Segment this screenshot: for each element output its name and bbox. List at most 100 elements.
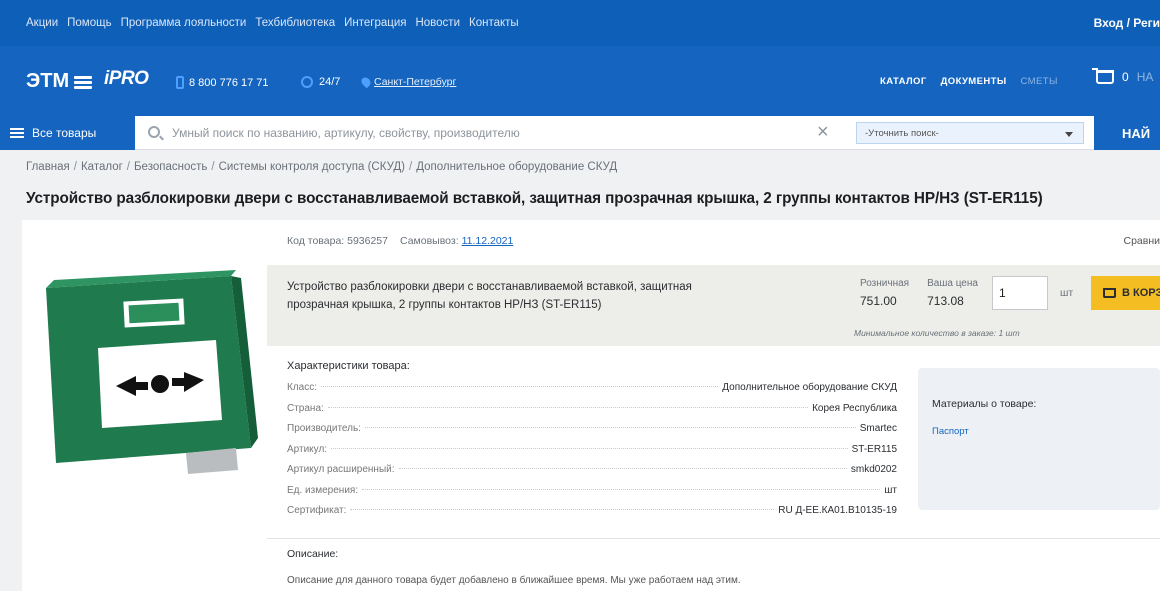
header: ЭТМ iPRO 8 800 776 17 71 24/7 Санкт-Пете…	[0, 46, 1160, 116]
breadcrumb-home[interactable]: Главная	[26, 161, 70, 173]
pickup: Самовывоз: 11.12.2021	[400, 235, 513, 247]
retail-price: 751.00	[860, 294, 897, 308]
leader-dots	[398, 468, 847, 469]
product-code: Код товара: 5936257	[287, 235, 388, 247]
header-nav-catalog[interactable]: КАТАЛОГ	[880, 76, 927, 87]
breadcrumb-extra-equipment[interactable]: Дополнительное оборудование СКУД	[416, 161, 617, 173]
search-input[interactable]	[172, 123, 812, 143]
phone[interactable]: 8 800 776 17 71	[176, 76, 269, 89]
header-nav-estimates[interactable]: СМЕТЫ	[1021, 76, 1058, 87]
description-text: Описание для данного товара будет добавл…	[287, 575, 741, 586]
logo-mark-icon	[74, 75, 93, 89]
all-goods-button[interactable]: Все товары	[0, 116, 135, 150]
leader-dots	[331, 447, 848, 449]
top-bar: Акции Помощь Программа лояльности Техбиб…	[0, 0, 1160, 46]
top-nav-techlib[interactable]: Техбиблиотека	[255, 17, 335, 29]
buy-bar: Устройство разблокировки двери с восстан…	[267, 265, 1160, 346]
characteristic-key: Производитель:	[287, 423, 361, 434]
characteristic-row: Ед. измерения: шт	[287, 485, 897, 506]
divider	[267, 538, 1160, 539]
characteristic-key: Артикул расширенный:	[287, 464, 395, 475]
city-selector[interactable]: Санкт-Петербург	[359, 75, 457, 89]
characteristics: Характеристики товара: Класс: Дополнитель…	[287, 360, 897, 526]
characteristic-row: Артикул: ST-ER115	[287, 444, 897, 465]
login-link[interactable]: Вход / Реги	[1094, 0, 1160, 46]
description: Описание: Описание для данного товара бу…	[287, 548, 741, 586]
search-icon	[148, 126, 160, 138]
product-meta: Код товара: 5936257 Самовывоз: 11.12.202…	[287, 235, 513, 247]
quantity-unit: шт	[1060, 287, 1074, 299]
phone-number: 8 800 776 17 71	[189, 76, 269, 89]
characteristic-key: Страна:	[287, 402, 324, 414]
pickup-label: Самовывоз:	[400, 235, 459, 247]
cart-icon	[1092, 68, 1114, 84]
hours-text: 24/7	[319, 76, 341, 88]
your-price-block: Ваша цена 713.08	[927, 278, 978, 308]
characteristic-row: Сертификат: RU Д-ЕЕ.КА01.В10135-19	[287, 505, 897, 526]
breadcrumb-access-control[interactable]: Системы контроля доступа (СКУД)	[219, 161, 405, 173]
breadcrumb-catalog[interactable]: Каталог	[81, 161, 123, 173]
top-nav-help[interactable]: Помощь	[67, 17, 111, 29]
characteristic-key: Класс:	[287, 382, 317, 393]
characteristic-value: ST-ER115	[851, 443, 897, 455]
pickup-date-link[interactable]: 11.12.2021	[462, 235, 514, 247]
header-cart[interactable]: 0 НА	[1092, 68, 1154, 84]
find-button[interactable]: НАЙ	[1094, 116, 1160, 150]
characteristic-value: Smartec	[859, 423, 897, 434]
top-nav-contacts[interactable]: Контакты	[469, 17, 519, 29]
logo[interactable]: ЭТМ	[26, 70, 93, 93]
materials-title: Материалы о товаре:	[932, 398, 1037, 410]
leader-dots	[321, 386, 719, 387]
top-nav-loyalty[interactable]: Программа лояльности	[121, 17, 247, 29]
refine-search-value: -Уточнить поиск-	[865, 127, 939, 139]
characteristic-row: Страна: Корея Республика	[287, 403, 897, 424]
retail-price-block: Розничная 751.00	[860, 278, 909, 308]
quantity-input[interactable]	[992, 276, 1048, 310]
leader-dots	[364, 427, 856, 428]
hours: 24/7	[301, 76, 340, 88]
leader-dots	[362, 488, 881, 490]
characteristic-row: Артикул расширенный: smkd0202	[287, 464, 897, 485]
characteristic-key: Сертификат:	[287, 505, 347, 516]
product-card: Код товара: 5936257 Самовывоз: 11.12.202…	[22, 220, 1160, 591]
ipro-logo[interactable]: iPRO	[104, 68, 149, 90]
header-nav: КАТАЛОГ ДОКУМЕНТЫ СМЕТЫ	[880, 76, 1058, 87]
materials-panel: Материалы о товаре: Паспорт	[918, 368, 1160, 510]
top-nav-news[interactable]: Новости	[415, 17, 460, 29]
breadcrumb-separator: /	[126, 161, 130, 173]
passport-link[interactable]: Паспорт	[932, 426, 969, 437]
top-nav-promo[interactable]: Акции	[26, 17, 58, 29]
menu-icon	[10, 128, 24, 138]
header-nav-documents[interactable]: ДОКУМЕНТЫ	[941, 76, 1007, 87]
breadcrumb-security[interactable]: Безопасность	[134, 161, 207, 173]
retail-price-label: Розничная	[860, 278, 910, 289]
breadcrumb-separator: /	[211, 161, 215, 173]
compare-link[interactable]: Сравни	[1123, 235, 1160, 247]
add-to-cart-button[interactable]: В КОРЗ	[1091, 276, 1160, 310]
breadcrumb: Главная / Каталог / Безопасность / Системы …	[26, 161, 617, 173]
cart-label: НА	[1136, 70, 1154, 84]
refine-search-select[interactable]: -Уточнить поиск-	[856, 122, 1084, 144]
add-to-cart-label: В КОРЗ	[1122, 287, 1160, 299]
location-pin-icon	[359, 75, 373, 89]
top-nav-integration[interactable]: Интеграция	[344, 17, 406, 29]
characteristic-key: Ед. измерения:	[287, 484, 359, 496]
breadcrumb-separator: /	[73, 161, 77, 173]
product-image[interactable]	[36, 248, 261, 478]
clear-icon[interactable]: ×	[817, 121, 829, 143]
characteristic-value: шт	[884, 484, 897, 496]
characteristic-row: Производитель: Smartec	[287, 423, 897, 444]
cart-count: 0	[1122, 70, 1129, 84]
top-nav: Акции Помощь Программа лояльности Техбиб…	[26, 0, 519, 46]
characteristic-value: smkd0202	[850, 464, 897, 475]
product-name: Устройство разблокировки двери с восстан…	[287, 281, 692, 311]
leader-dots	[327, 406, 809, 408]
cart-icon	[1103, 288, 1116, 298]
your-price-label: Ваша цена	[927, 278, 978, 289]
chevron-down-icon	[1065, 132, 1073, 137]
breadcrumb-separator: /	[408, 161, 413, 173]
characteristic-value: Дополнительное оборудование СКУД	[722, 382, 897, 393]
characteristics-title: Характеристики товара:	[287, 360, 410, 372]
city-name: Санкт-Петербург	[374, 76, 457, 88]
min-quantity-note: Минимальное количество в заказе: 1 шт	[854, 328, 1020, 338]
